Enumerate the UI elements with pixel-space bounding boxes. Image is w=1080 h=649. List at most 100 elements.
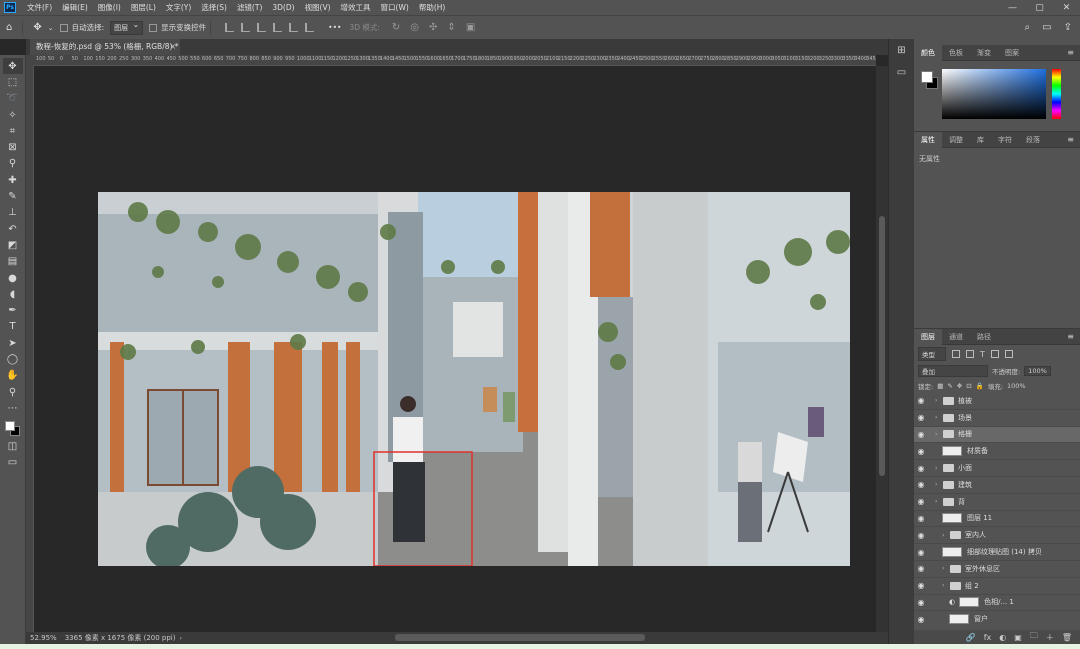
chevron-right-icon[interactable]: ›	[942, 582, 950, 589]
menu-type[interactable]: 文字(Y)	[161, 0, 196, 15]
clone-stamp-tool-icon[interactable]: ⊥	[3, 205, 23, 221]
document-tab[interactable]: 教程-恢复的.psd @ 53% (格栅, RGB/8) * ×	[30, 39, 180, 55]
magic-wand-tool-icon[interactable]: ✧	[3, 107, 23, 123]
crop-tool-icon[interactable]: ⌗	[3, 123, 23, 139]
layer-row[interactable]: ◉ › 室外休息区	[914, 561, 1080, 578]
layer-thumbnail[interactable]	[949, 614, 969, 625]
lock-position-icon[interactable]: ✥	[957, 382, 962, 390]
align-top-icon[interactable]	[273, 23, 283, 32]
foreground-color-swatch[interactable]	[4, 420, 15, 431]
healing-brush-tool-icon[interactable]: ✚	[3, 172, 23, 188]
layer-row[interactable]: ◉ 材质备	[914, 443, 1080, 461]
align-hcenter-icon[interactable]	[241, 23, 251, 32]
document-artwork[interactable]	[98, 192, 850, 566]
lock-artboard-icon[interactable]: ⊡	[966, 382, 971, 390]
panel-menu-icon[interactable]: ≡	[1067, 135, 1080, 144]
visibility-eye-icon[interactable]: ◉	[914, 413, 928, 422]
auto-select-checkbox[interactable]	[59, 23, 68, 32]
link-layers-icon[interactable]: 🔗	[966, 633, 976, 642]
chevron-right-icon[interactable]: ›	[935, 481, 943, 488]
layer-row[interactable]: ◉ › 建筑	[914, 477, 1080, 494]
dodge-tool-icon[interactable]: ◖	[3, 286, 23, 302]
layer-row[interactable]: ◉ › 小面	[914, 460, 1080, 477]
align-right-icon[interactable]	[257, 23, 267, 32]
share-icon[interactable]: ⇪	[1064, 22, 1072, 33]
lasso-tool-icon[interactable]: ➰	[3, 91, 23, 107]
workspace-icon[interactable]: ▭	[1042, 22, 1051, 33]
move-tool-icon[interactable]: ✥	[2, 58, 23, 75]
pixel-filter-icon[interactable]	[952, 350, 960, 358]
layer-row[interactable]: ◉ 细部纹理贴图 (14) 拷贝	[914, 544, 1080, 561]
color-swatches[interactable]	[3, 419, 23, 439]
layer-style-icon[interactable]: fx	[984, 633, 992, 642]
new-group-icon[interactable]: 🗀	[1030, 630, 1038, 644]
frame-tool-icon[interactable]: ⊠	[3, 139, 23, 155]
chevron-right-icon[interactable]: ›	[935, 414, 943, 421]
zoom-tool-icon[interactable]: ⚲	[3, 384, 23, 400]
chevron-right-icon[interactable]: ›	[935, 465, 943, 472]
menu-edit[interactable]: 编辑(E)	[57, 0, 93, 15]
pen-tool-icon[interactable]: ✒	[3, 302, 23, 318]
lock-all-icon[interactable]: 🔒	[976, 382, 984, 390]
new-layer-icon[interactable]: ＋	[1046, 632, 1054, 643]
tab-channels[interactable]: 通道	[942, 329, 970, 345]
visibility-eye-icon[interactable]: ◉	[914, 598, 928, 607]
maximize-button[interactable]: ▢	[1026, 3, 1053, 13]
slide-3d-icon[interactable]: ⇕	[447, 22, 455, 33]
adjustment-filter-icon[interactable]	[966, 350, 974, 358]
show-transform-checkbox[interactable]	[149, 23, 158, 32]
visibility-eye-icon[interactable]: ◉	[914, 564, 928, 573]
lock-transparent-icon[interactable]: ▦	[937, 382, 943, 390]
visibility-eye-icon[interactable]: ◉	[914, 531, 928, 540]
minimize-button[interactable]: —	[999, 3, 1026, 13]
menu-plugins[interactable]: 增效工具	[336, 0, 376, 15]
eraser-tool-icon[interactable]: ◩	[3, 237, 23, 253]
gradient-tool-icon[interactable]: ▤	[3, 254, 23, 270]
new-adjustment-icon[interactable]: ▣	[1014, 633, 1022, 642]
close-tab-icon[interactable]: ×	[170, 39, 176, 55]
visibility-eye-icon[interactable]: ◉	[914, 615, 928, 624]
move-tool-icon[interactable]: ✥	[33, 22, 41, 33]
shape-filter-icon[interactable]	[990, 350, 999, 358]
tab-patterns[interactable]: 图案	[998, 45, 1026, 61]
menu-image[interactable]: 图像(I)	[93, 0, 126, 15]
search-icon[interactable]: ⌕	[1025, 22, 1031, 33]
tab-character[interactable]: 字符	[991, 132, 1019, 148]
pan-3d-icon[interactable]: ✣	[429, 22, 437, 33]
visibility-eye-icon[interactable]: ◉	[914, 514, 928, 523]
more-options-button[interactable]: •••	[328, 23, 341, 32]
color-picker-field[interactable]	[942, 69, 1046, 119]
tab-adjustments[interactable]: 调整	[942, 132, 970, 148]
hand-tool-icon[interactable]: ✋	[3, 368, 23, 384]
visibility-eye-icon[interactable]: ◉	[914, 447, 928, 456]
screen-mode-icon[interactable]: ▭	[3, 455, 23, 471]
visibility-eye-icon[interactable]: ◉	[914, 497, 928, 506]
visibility-eye-icon[interactable]: ◉	[914, 464, 928, 473]
tab-paths[interactable]: 路径	[970, 329, 998, 345]
eyedropper-tool-icon[interactable]: ⚲	[3, 156, 23, 172]
vertical-scroll-thumb[interactable]	[879, 216, 885, 476]
layer-row[interactable]: ◉ › 场景	[914, 410, 1080, 427]
menu-3d[interactable]: 3D(D)	[267, 0, 299, 15]
blend-mode-dropdown[interactable]: 叠加	[918, 365, 988, 377]
edit-toolbar-icon[interactable]: ⋯	[3, 400, 23, 416]
align-left-icon[interactable]	[225, 23, 235, 32]
menu-view[interactable]: 视图(V)	[300, 0, 336, 15]
marquee-tool-icon[interactable]: ⬚	[3, 74, 23, 90]
tab-paragraph[interactable]: 段落	[1019, 132, 1047, 148]
panel-menu-icon[interactable]: ≡	[1067, 332, 1080, 341]
type-filter-icon[interactable]: T	[980, 350, 985, 359]
history-panel-icon[interactable]: ⊞	[893, 45, 911, 61]
layer-row[interactable]: ◉ › 格栅	[914, 426, 1080, 444]
chevron-right-icon[interactable]: ›	[942, 565, 950, 572]
tab-gradients[interactable]: 渐变	[970, 45, 998, 61]
layer-thumbnail[interactable]	[942, 446, 962, 457]
panel-menu-icon[interactable]: ≡	[1067, 48, 1080, 57]
layer-row[interactable]: ◉ › 植被	[914, 393, 1080, 410]
layer-thumbnail[interactable]	[942, 513, 962, 524]
auto-select-dropdown[interactable]: 图层	[110, 20, 144, 35]
zoom-level[interactable]: 52.95%	[26, 634, 65, 642]
tab-properties[interactable]: 属性	[914, 131, 942, 148]
layer-row[interactable]: ◉ ◐ 色相/... 1	[914, 595, 1080, 612]
chevron-right-icon[interactable]: ›	[942, 532, 950, 539]
